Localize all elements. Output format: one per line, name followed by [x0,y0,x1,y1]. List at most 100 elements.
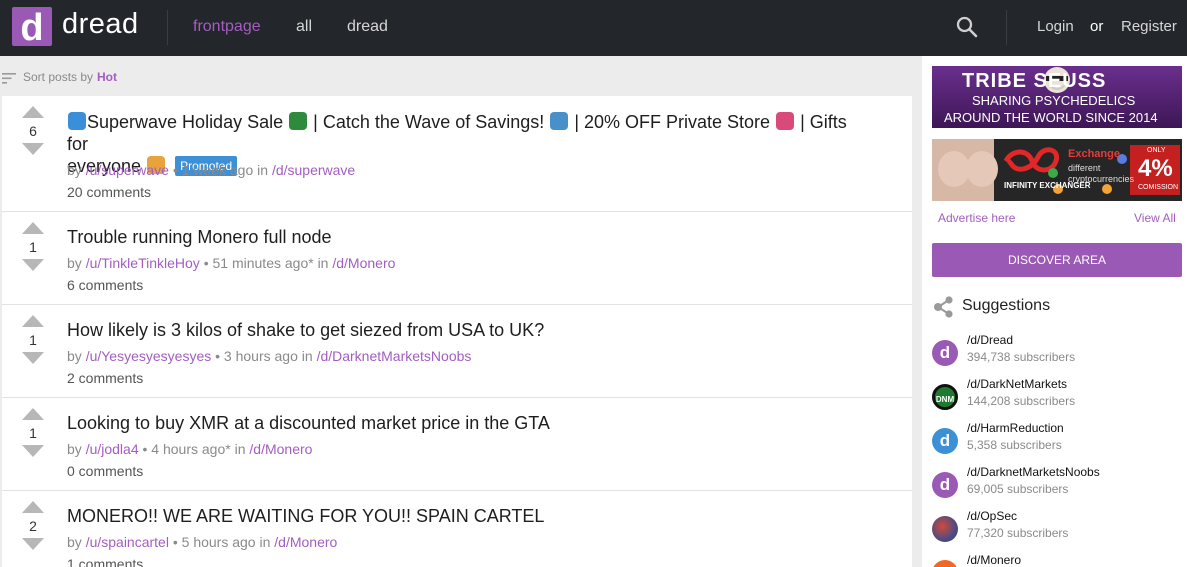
post-sub-link[interactable]: /d/Monero [274,534,337,550]
post-sub-link[interactable]: /d/superwave [272,162,355,178]
advertise-link[interactable]: Advertise here [938,211,1015,225]
post-author-link[interactable]: /u/TinkleTinkleHoy [86,255,200,271]
downvote-icon[interactable] [22,538,44,550]
suggestion-item[interactable]: d /d/Dread 394,738 subscribers [932,333,1182,373]
ad-tagline: AROUND THE WORLD SINCE 2014 [944,110,1158,125]
comments-link[interactable]: 6 comments [67,277,143,293]
suggestion-item[interactable]: /d/Monero [932,553,1182,567]
downvote-icon[interactable] [22,352,44,364]
post-item[interactable]: 1 Trouble running Monero full node by /u… [2,212,912,305]
suggestion-item[interactable]: d /d/DarknetMarketsNoobs 69,005 subscrib… [932,465,1182,505]
sort-icon[interactable] [2,71,16,84]
svg-text:d: d [20,7,43,46]
post-item[interactable]: 1 How likely is 3 kilos of shake to get … [2,305,912,398]
vote-box: 2 [20,501,48,553]
post-author-link[interactable]: /u/superwave [86,162,169,178]
post-score: 1 [29,239,37,255]
post-meta: by /u/jodla4 • 4 hours ago* in /d/Monero [67,441,312,457]
upvote-icon[interactable] [22,315,44,327]
sub-avatar [932,516,958,542]
post-sub-link[interactable]: /d/Monero [249,441,312,457]
sort-dropdown[interactable]: Hot [97,70,117,84]
infinity-exchanger-banner-ad[interactable]: INFINITY EXCHANGER Exchange different cr… [932,139,1182,201]
post-sub-link[interactable]: /d/DarknetMarketsNoobs [317,348,472,364]
ad-tagline: SHARING PSYCHEDELICS [972,93,1136,108]
christmas-tree-emoji-icon [289,112,308,130]
post-item[interactable]: 6 Superwave Holiday Sale | Catch the Wav… [2,96,912,212]
header-divider [1006,10,1007,45]
comments-link[interactable]: 0 comments [67,463,143,479]
share-icon [933,296,955,318]
suggestion-name[interactable]: /d/HarmReduction [967,421,1064,435]
suggestion-item[interactable]: d /d/HarmReduction 5,358 subscribers [932,421,1182,461]
upvote-icon[interactable] [22,106,44,118]
vote-box: 1 [20,315,48,367]
header-divider [167,10,168,45]
login-link[interactable]: Login [1037,18,1074,35]
ad-tagline: cryptocurrencies [1068,174,1135,184]
suggestion-subscribers: 69,005 subscribers [967,482,1069,496]
suggestion-subscribers: 77,320 subscribers [967,526,1069,540]
post-author-link[interactable]: /u/jodla4 [86,441,139,457]
post-author-link[interactable]: /u/Yesyesyesyesyes [86,348,212,364]
suggestion-subscribers: 394,738 subscribers [967,350,1076,364]
post-meta: by /u/Yesyesyesyesyes • 3 hours ago in /… [67,348,471,364]
post-meta: by /u/TinkleTinkleHoy • 51 minutes ago* … [67,255,395,271]
sidebar: TRIBE SEUSS SHARING PSYCHEDELICS AROUND … [922,56,1187,567]
title-text: | 20% OFF Private Store [574,112,771,132]
dread-logo[interactable]: d [12,7,52,49]
downvote-icon[interactable] [22,143,44,155]
ad-headline: Exchange [1068,148,1120,160]
suggestion-name[interactable]: /d/DarknetMarketsNoobs [967,465,1100,479]
suggestion-name[interactable]: /d/DarkNetMarkets [967,377,1067,391]
post-item[interactable]: 1 Looking to buy XMR at a discounted mar… [2,398,912,491]
suggestion-name[interactable]: /d/Dread [967,333,1013,347]
view-all-link[interactable]: View All [1134,211,1176,225]
post-time: • 5 hours ago in [172,534,271,550]
post-title[interactable]: MONERO!! WE ARE WAITING FOR YOU!! SPAIN … [67,505,867,527]
upvote-icon[interactable] [22,408,44,420]
downvote-icon[interactable] [22,445,44,457]
comments-link[interactable]: 20 comments [67,184,151,200]
discover-area-button[interactable]: DISCOVER AREA [932,243,1182,277]
nav-all[interactable]: all [296,18,312,36]
post-time: • 3 hours ago in [215,348,313,364]
comments-link[interactable]: 1 comments [67,556,143,567]
post-time: • 51 minutes ago* in [203,255,329,271]
downvote-icon[interactable] [22,259,44,271]
suggestion-item[interactable]: /d/OpSec 77,320 subscribers [932,509,1182,549]
post-title[interactable]: Trouble running Monero full node [67,226,867,248]
wave-emoji-icon [68,112,86,130]
post-sub-link[interactable]: /d/Monero [332,255,395,271]
post-time: • 4 hours ago* in [142,441,246,457]
by-text: by [67,162,82,178]
post-title[interactable]: Looking to buy XMR at a discounted marke… [67,412,867,434]
post-score: 1 [29,425,37,441]
post-title[interactable]: How likely is 3 kilos of shake to get si… [67,319,867,341]
post-feed: 6 Superwave Holiday Sale | Catch the Wav… [2,96,912,567]
party-popper-emoji-icon [776,112,795,130]
post-score: 1 [29,332,37,348]
surfer-emoji-icon [550,112,569,130]
suggestion-name[interactable]: /d/Monero [967,553,1021,567]
suggestion-item[interactable]: DNM /d/DarkNetMarkets 144,208 subscriber… [932,377,1182,417]
comments-link[interactable]: 2 comments [67,370,143,386]
post-item[interactable]: 2 MONERO!! WE ARE WAITING FOR YOU!! SPAI… [2,491,912,567]
suggestion-subscribers: 144,208 subscribers [967,394,1076,408]
search-icon[interactable] [955,15,979,39]
title-text: Superwave Holiday Sale [87,112,284,132]
upvote-icon[interactable] [22,501,44,513]
upvote-icon[interactable] [22,222,44,234]
suggestion-name[interactable]: /d/OpSec [967,509,1017,523]
sub-avatar: d [932,428,958,454]
suggestions-heading: Suggestions [962,297,1051,314]
nav-frontpage[interactable]: frontpage [193,18,261,36]
post-author-link[interactable]: /u/spaincartel [86,534,169,550]
ad-headline: TRIBE SEUSS [962,70,1107,92]
tribe-seuss-banner-ad[interactable]: TRIBE SEUSS SHARING PSYCHEDELICS AROUND … [932,66,1182,128]
register-link[interactable]: Register [1121,18,1177,35]
nav-dread[interactable]: dread [347,18,388,36]
brand-name[interactable]: dread [62,8,139,41]
sub-avatar [932,560,958,567]
post-meta: by /u/superwave • 1 week ago in /d/super… [67,162,355,178]
